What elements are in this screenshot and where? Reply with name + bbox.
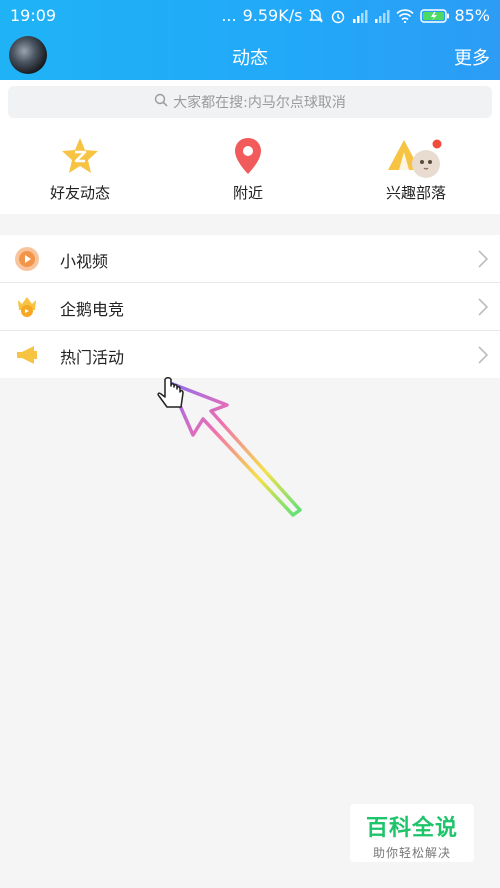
chevron-right-icon [478, 298, 489, 316]
chevron-right-icon [478, 250, 489, 268]
signal-icon-2 [374, 9, 390, 23]
quick-entry-label: 好友动态 [49, 184, 110, 202]
search-bar: 大家都在搜:内马尔点球取消 [0, 80, 500, 126]
mute-icon [308, 8, 324, 24]
watermark-title: 百科全说 [365, 816, 458, 841]
quick-entry-nearby[interactable]: 附近 [188, 134, 308, 203]
more-button[interactable]: 更多 [454, 44, 490, 70]
hand-cursor-icon [157, 377, 184, 408]
title-bar: 动态 更多 [0, 32, 500, 80]
star-icon [58, 134, 102, 178]
app-header: 19:09 ... 9.59K/s 85% 动态 更多 [0, 0, 500, 80]
search-placeholder: 大家都在搜:内马尔点球取消 [173, 95, 346, 111]
status-bar: 19:09 ... 9.59K/s 85% [0, 0, 500, 32]
status-dots: ... [221, 6, 237, 25]
battery-level: 85% [454, 6, 490, 25]
quick-entry-interest-tribe[interactable]: 兴趣部落 [356, 134, 476, 203]
chevron-right-icon [478, 346, 489, 364]
alarm-icon [330, 8, 346, 24]
battery-icon [420, 8, 450, 23]
tent-icon [384, 134, 448, 178]
search-icon [154, 93, 168, 111]
quick-entry-friends-feed[interactable]: 好友动态 [20, 134, 140, 203]
list-item-hot-events[interactable]: 热门活动 [0, 331, 500, 378]
esports-crown-icon [14, 294, 40, 320]
annotation-arrow [157, 377, 302, 517]
status-icons: ... 9.59K/s 85% [221, 6, 490, 25]
feature-list: 小视频 企鹅电竞 热门活动 [0, 235, 500, 378]
network-speed: 9.59K/s [242, 6, 303, 25]
status-time: 19:09 [10, 6, 57, 25]
quick-entry-label: 附近 [232, 184, 263, 202]
list-item-label: 小视频 [60, 252, 109, 271]
battery-indicator: 85% [420, 6, 490, 25]
location-pin-icon [226, 134, 270, 178]
list-item-esports[interactable]: 企鹅电竞 [0, 283, 500, 331]
wifi-icon [396, 8, 415, 23]
list-item-short-video[interactable]: 小视频 [0, 235, 500, 283]
watermark-subtitle: 助你轻松解决 [372, 846, 451, 860]
signal-icon [352, 9, 368, 23]
watermark-logo: 百科全说 助你轻松解决 [350, 804, 474, 862]
megaphone-icon [14, 342, 40, 368]
quick-entries: 好友动态 附近 兴趣部落 [0, 126, 500, 214]
list-item-label: 企鹅电竞 [60, 300, 125, 319]
list-item-label: 热门活动 [60, 348, 125, 367]
quick-entry-label: 兴趣部落 [385, 184, 446, 202]
search-input[interactable]: 大家都在搜:内马尔点球取消 [8, 86, 492, 118]
page-title: 动态 [232, 48, 268, 69]
video-icon [14, 246, 40, 272]
